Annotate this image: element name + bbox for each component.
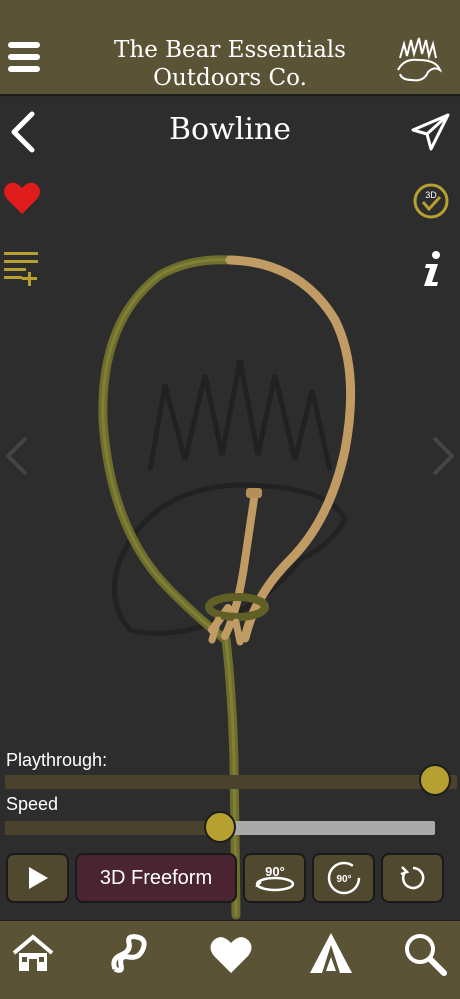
- reset-icon: [400, 866, 424, 890]
- favorite-button[interactable]: [2, 180, 42, 216]
- brand-line-1: The Bear Essentials: [114, 37, 346, 63]
- freeform-button[interactable]: 3D Freeform: [75, 853, 237, 903]
- next-step-arrow[interactable]: [432, 436, 455, 476]
- rotate-vertical-button[interactable]: 90°: [312, 853, 375, 903]
- 3d-check-icon: 3D: [413, 183, 449, 219]
- heart-icon: [210, 937, 252, 973]
- reset-button[interactable]: [381, 853, 444, 903]
- bear-paw-logo[interactable]: [394, 36, 444, 86]
- rotate-vertical-icon: 90°: [327, 861, 360, 895]
- search-icon: [405, 934, 447, 976]
- speed-slider-thumb[interactable]: [204, 811, 236, 843]
- nav-camp[interactable]: [306, 931, 352, 977]
- send-icon: [411, 113, 450, 151]
- add-to-list-button[interactable]: [2, 248, 42, 288]
- playlist-add-icon: [4, 252, 38, 286]
- knot-title: Bowline: [168, 112, 292, 147]
- play-button[interactable]: [6, 853, 69, 903]
- menu-button[interactable]: [8, 42, 44, 78]
- nav-favorites[interactable]: [208, 931, 254, 977]
- nav-knots[interactable]: [107, 931, 153, 977]
- prev-step-arrow[interactable]: [5, 436, 28, 476]
- playthrough-slider[interactable]: [5, 775, 457, 789]
- svg-text:3D: 3D: [425, 190, 437, 200]
- share-button[interactable]: [410, 112, 452, 152]
- knot-viewer[interactable]: [0, 98, 460, 920]
- info-button[interactable]: [420, 250, 446, 288]
- 3d-mode-toggle[interactable]: 3D: [412, 182, 450, 220]
- menu-icon-bar: [8, 42, 40, 48]
- bear-watermark: [111, 359, 348, 636]
- rope-icon: [111, 934, 147, 973]
- nav-home[interactable]: [10, 931, 56, 977]
- freeform-label: 3D Freeform: [99, 866, 213, 889]
- play-icon: [28, 867, 48, 889]
- rotate-horizontal-icon: 90°: [254, 864, 294, 892]
- bottom-nav: [0, 920, 460, 999]
- brand-line-2: Outdoors Co.: [153, 65, 307, 91]
- app-header: The Bear Essentials Outdoors Co.: [0, 0, 460, 96]
- playthrough-label: Playthrough:: [6, 750, 108, 770]
- camp-icon: [310, 933, 352, 973]
- menu-icon-bar: [8, 54, 40, 60]
- heart-icon: [4, 182, 40, 214]
- speed-slider-fill: [5, 821, 220, 835]
- menu-icon-bar: [8, 66, 40, 72]
- rotate-v-label: 90°: [336, 874, 351, 885]
- brand-name: The Bear Essentials Outdoors Co.: [70, 36, 390, 92]
- rotate-horizontal-button[interactable]: 90°: [243, 853, 306, 903]
- home-icon: [12, 934, 54, 971]
- speed-label: Speed: [6, 794, 59, 814]
- nav-search[interactable]: [402, 931, 448, 977]
- info-icon: [424, 251, 440, 286]
